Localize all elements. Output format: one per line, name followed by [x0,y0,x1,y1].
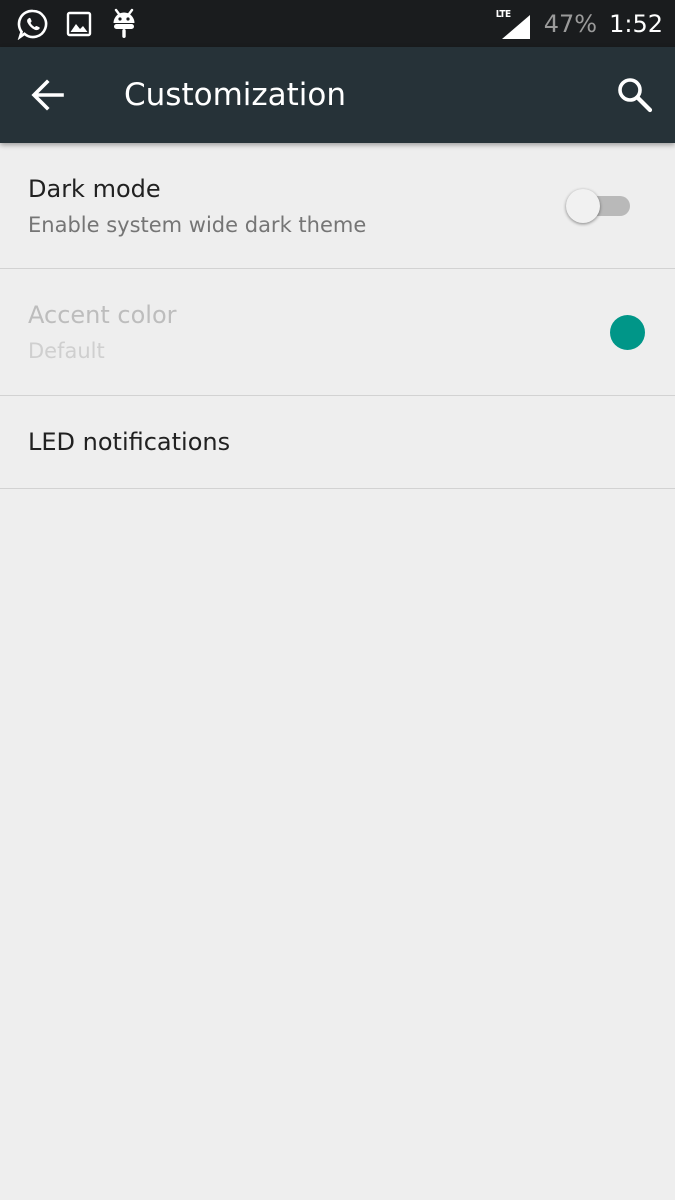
arrow-left-icon[interactable] [26,73,70,117]
switch-thumb [566,189,600,223]
preference-title: LED notifications [28,428,231,456]
preference-summary: Enable system wide dark theme [28,213,367,237]
page-title: Customization [124,77,347,113]
led-notifications-preference[interactable]: LED notifications [0,396,675,489]
dark-mode-switch[interactable] [566,189,632,223]
accent-color-swatch [610,315,645,350]
preference-title: Accent color [28,301,177,329]
preference-list: Dark mode Enable system wide dark theme … [0,143,675,489]
android-debug-icon [113,8,135,38]
preference-summary: Default [28,339,105,363]
whatsapp-icon [17,9,48,40]
dark-mode-preference[interactable]: Dark mode Enable system wide dark theme [0,143,675,269]
status-right: LTE 47% 1:52 [496,0,663,47]
status-bar: LTE 47% 1:52 [0,0,675,47]
image-icon [66,11,92,37]
lte-signal-icon: LTE [496,9,532,39]
toolbar: Customization [0,47,675,143]
search-icon[interactable] [615,75,655,115]
clock-time: 1:52 [609,9,663,38]
battery-percent: 47% [543,9,598,38]
accent-color-preference: Accent color Default [0,269,675,396]
preference-title: Dark mode [28,175,161,203]
